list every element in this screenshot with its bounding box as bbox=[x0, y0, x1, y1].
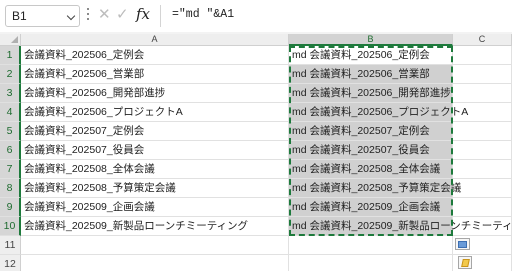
cell-b2[interactable]: md 会議資料_202506_営業部 bbox=[289, 65, 453, 84]
cell-c2[interactable] bbox=[453, 65, 512, 84]
cell-c8[interactable] bbox=[453, 179, 512, 198]
cell-b10[interactable]: md 会議資料_202509_新製品ローンチミーティング bbox=[289, 217, 512, 236]
cell-b12[interactable] bbox=[289, 255, 453, 271]
cell-b1[interactable]: md 会議資料_202506_定例会 bbox=[289, 46, 453, 65]
cell-a1[interactable]: 会議資料_202506_定例会 bbox=[21, 46, 289, 65]
row-header-6[interactable]: 6 bbox=[0, 141, 21, 160]
cell-c4[interactable] bbox=[453, 103, 512, 122]
formula-bar: B1 ✕ ✓ fx ="md "&A1 bbox=[0, 0, 512, 32]
worksheet-grid[interactable]: A B C 1 会議資料_202506_定例会 md 会議資料_202506_定例会 2 会議… bbox=[0, 34, 512, 271]
cell-c6[interactable] bbox=[453, 141, 512, 160]
chevron-down-icon[interactable] bbox=[66, 11, 76, 21]
cell-c3[interactable] bbox=[453, 84, 512, 103]
row-header-1[interactable]: 1 bbox=[0, 46, 21, 65]
cancel-icon[interactable]: ✕ bbox=[98, 7, 111, 23]
cell-c7[interactable] bbox=[453, 160, 512, 179]
row-header-4[interactable]: 4 bbox=[0, 103, 21, 122]
cell-a4[interactable]: 会議資料_202506_プロジェクトA bbox=[21, 103, 289, 122]
row-header-7[interactable]: 7 bbox=[0, 160, 21, 179]
cell-b3[interactable]: md 会議資料_202506_開発部進捗 bbox=[289, 84, 453, 103]
cell-a3[interactable]: 会議資料_202506_開発部進捗 bbox=[21, 84, 289, 103]
cell-a2[interactable]: 会議資料_202506_営業部 bbox=[21, 65, 289, 84]
name-box-value: B1 bbox=[12, 9, 27, 23]
row-header-2[interactable]: 2 bbox=[0, 65, 21, 84]
cell-a11[interactable] bbox=[21, 236, 289, 255]
column-header-a[interactable]: A bbox=[21, 34, 289, 46]
cell-c1[interactable] bbox=[453, 46, 512, 65]
column-header-b[interactable]: B bbox=[289, 34, 453, 46]
cell-b6[interactable]: md 会議資料_202507_役員会 bbox=[289, 141, 453, 160]
select-all-button[interactable] bbox=[0, 34, 21, 46]
row-header-10[interactable]: 10 bbox=[0, 217, 21, 236]
cell-a9[interactable]: 会議資料_202509_企画会議 bbox=[21, 198, 289, 217]
cell-a10[interactable]: 会議資料_202509_新製品ローンチミーティング bbox=[21, 217, 289, 236]
more-options-icon[interactable] bbox=[87, 8, 90, 22]
cell-a7[interactable]: 会議資料_202508_全体会議 bbox=[21, 160, 289, 179]
cell-c10[interactable] bbox=[453, 217, 512, 236]
cell-b11[interactable] bbox=[289, 236, 453, 255]
formula-input[interactable]: ="md "&A1 bbox=[172, 8, 234, 21]
enter-icon[interactable]: ✓ bbox=[116, 7, 129, 23]
cell-b5[interactable]: md 会議資料_202507_定例会 bbox=[289, 122, 453, 141]
cell-b7[interactable]: md 会議資料_202508_全体会議 bbox=[289, 160, 453, 179]
cell-c5[interactable] bbox=[453, 122, 512, 141]
cell-a12[interactable] bbox=[21, 255, 289, 271]
column-header-c[interactable]: C bbox=[453, 34, 512, 46]
insert-function-icon[interactable]: fx bbox=[136, 5, 150, 23]
row-header-9[interactable]: 9 bbox=[0, 198, 21, 217]
formula-divider bbox=[160, 5, 161, 27]
cell-a8[interactable]: 会議資料_202508_予算策定会議 bbox=[21, 179, 289, 198]
cell-a6[interactable]: 会議資料_202507_役員会 bbox=[21, 141, 289, 160]
row-header-11[interactable]: 11 bbox=[0, 236, 21, 255]
cell-a5[interactable]: 会議資料_202507_定例会 bbox=[21, 122, 289, 141]
paste-options-icon[interactable] bbox=[455, 238, 470, 250]
cell-b9[interactable]: md 会議資料_202509_企画会議 bbox=[289, 198, 453, 217]
row-header-12[interactable]: 12 bbox=[0, 255, 21, 271]
cell-b4[interactable]: md 会議資料_202506_プロジェクトA bbox=[289, 103, 468, 122]
name-box[interactable]: B1 bbox=[5, 5, 80, 27]
flash-fill-icon[interactable] bbox=[458, 256, 472, 269]
row-header-3[interactable]: 3 bbox=[0, 84, 21, 103]
cell-b8[interactable]: md 会議資料_202508_予算策定会議 bbox=[289, 179, 461, 198]
row-header-8[interactable]: 8 bbox=[0, 179, 21, 198]
row-header-5[interactable]: 5 bbox=[0, 122, 21, 141]
cell-c9[interactable] bbox=[453, 198, 512, 217]
